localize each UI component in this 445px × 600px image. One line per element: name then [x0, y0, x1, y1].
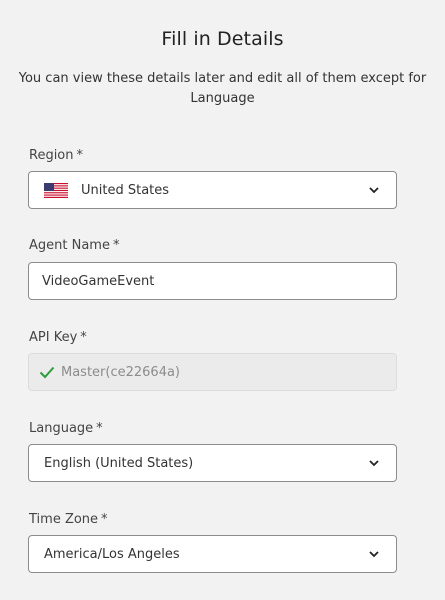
agent-name-required-mark: *	[112, 238, 120, 253]
time-zone-required-mark: *	[101, 512, 108, 527]
region-value: United States	[81, 182, 170, 198]
language-label-text: Language	[29, 421, 94, 436]
api-key-field: Master(ce22664a)	[28, 353, 397, 391]
region-label-text: Region	[29, 148, 74, 163]
language-label: Language *	[29, 421, 103, 436]
language-select[interactable]: English (United States)	[28, 444, 397, 482]
agent-name-label-text: Agent Name	[29, 238, 110, 253]
region-label: Region *	[29, 148, 83, 163]
language-required-mark: *	[96, 421, 103, 436]
agent-name-value: VideoGameEvent	[42, 273, 155, 289]
check-icon	[39, 364, 55, 380]
agent-name-label: Agent Name *	[29, 238, 119, 253]
api-key-value: Master(ce22664a)	[61, 364, 181, 380]
region-select[interactable]: United States	[28, 171, 397, 209]
page-title: Fill in Details	[161, 28, 284, 50]
time-zone-select[interactable]: America/Los Angeles	[28, 535, 397, 573]
api-key-label-text: API Key	[29, 330, 78, 345]
fill-details-page: Fill in Details You can view these detai…	[0, 0, 445, 600]
page-subtitle: You can view these details later and edi…	[18, 71, 427, 106]
api-key-label: API Key *	[29, 330, 87, 345]
chevron-down-icon	[368, 457, 380, 469]
chevron-down-icon	[368, 548, 380, 560]
time-zone-value: America/Los Angeles	[44, 546, 180, 562]
time-zone-label-text: Time Zone	[29, 512, 99, 527]
agent-name-input[interactable]: VideoGameEvent	[28, 262, 397, 300]
region-required-mark: *	[76, 148, 84, 163]
us-flag-icon	[44, 182, 68, 198]
api-key-required-mark: *	[80, 330, 87, 345]
chevron-down-icon	[368, 184, 380, 196]
time-zone-label: Time Zone *	[29, 512, 108, 527]
language-value: English (United States)	[44, 455, 194, 471]
